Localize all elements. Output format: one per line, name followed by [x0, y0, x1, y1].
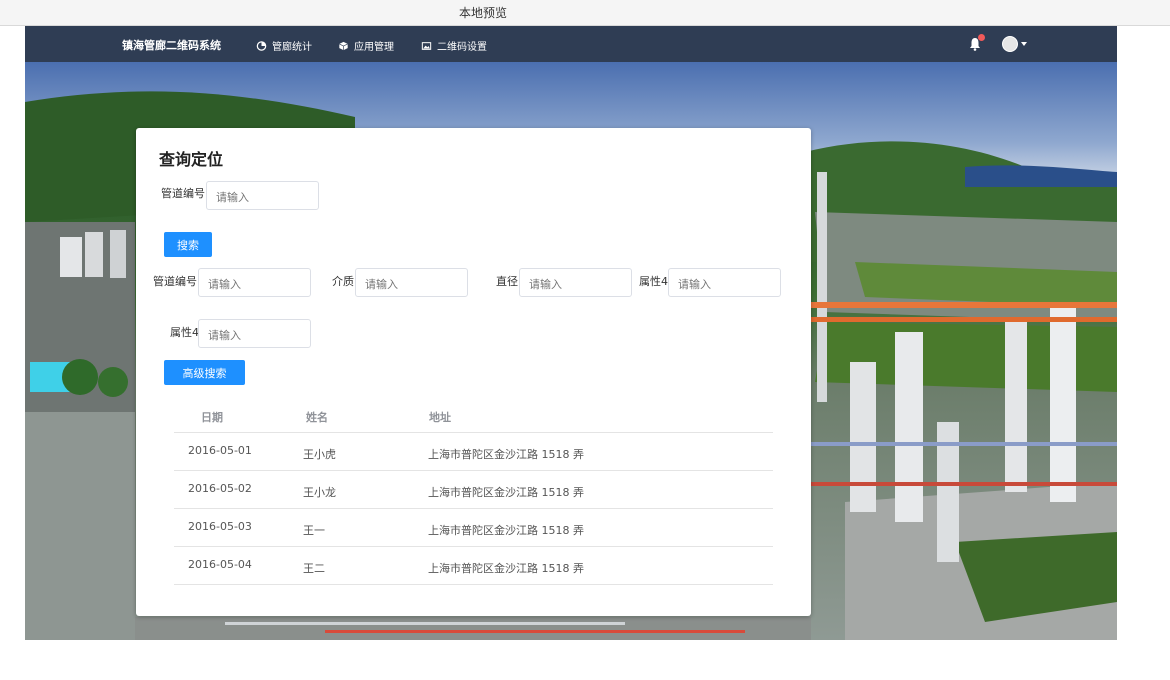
cell-date: 2016-05-01	[188, 444, 252, 457]
table-row[interactable]: 2016-05-04 王二 上海市普陀区金沙江路 1518 弄	[174, 547, 773, 585]
search-button[interactable]: 搜索	[164, 232, 212, 257]
cell-date: 2016-05-04	[188, 558, 252, 571]
diameter-input[interactable]	[519, 268, 632, 297]
cell-date: 2016-05-03	[188, 520, 252, 533]
basic-pipe-number-label: 管道编号	[161, 187, 205, 200]
panel-title: 查询定位	[159, 150, 224, 169]
basic-pipe-number-input[interactable]	[206, 181, 319, 210]
nav-item-label: 管廊统计	[272, 42, 312, 53]
cell-address: 上海市普陀区金沙江路 1518 弄	[428, 524, 584, 537]
nav-item-label: 二维码设置	[437, 42, 487, 53]
notification-badge	[978, 34, 985, 41]
column-header-address: 地址	[429, 411, 451, 424]
adv-pipe-number-label: 管道编号	[153, 275, 197, 288]
table-row[interactable]: 2016-05-01 王小虎 上海市普陀区金沙江路 1518 弄	[174, 433, 773, 471]
cell-date: 2016-05-02	[188, 482, 252, 495]
table-header: 日期 姓名 地址	[174, 398, 773, 433]
cell-address: 上海市普陀区金沙江路 1518 弄	[428, 486, 584, 499]
preview-bar: 本地预览	[0, 0, 1170, 26]
medium-label: 介质	[332, 275, 354, 288]
attribute4-label-2: 属性4	[170, 326, 199, 339]
cell-address: 上海市普陀区金沙江路 1518 弄	[428, 448, 584, 461]
attribute4-input[interactable]	[668, 268, 781, 297]
nav-item-label: 应用管理	[354, 42, 394, 53]
preview-title: 本地预览	[458, 6, 507, 20]
chevron-down-icon[interactable]	[1021, 42, 1027, 46]
cell-name: 王一	[303, 524, 325, 537]
image-icon	[421, 41, 432, 50]
top-navbar: 镇海管廊二维码系统 管廊统计 应用管理 二维码设置	[25, 26, 1117, 62]
pie-chart-icon	[256, 40, 267, 51]
diameter-label: 直径	[496, 275, 518, 288]
query-location-panel: 查询定位 管道编号 搜索 管道编号 介质 直径 属性4 属性4 高级搜索 日期 …	[136, 128, 811, 616]
table-row[interactable]: 2016-05-02 王小龙 上海市普陀区金沙江路 1518 弄	[174, 471, 773, 509]
brand-title[interactable]: 镇海管廊二维码系统	[122, 37, 221, 53]
cell-name: 王小龙	[303, 486, 336, 499]
advanced-search-button[interactable]: 高级搜索	[164, 360, 245, 385]
cell-name: 王二	[303, 562, 325, 575]
column-header-name: 姓名	[306, 411, 328, 424]
nav-item-statistics[interactable]: 管廊统计	[256, 38, 312, 53]
cube-icon	[339, 41, 348, 50]
app-window: 镇海管廊二维码系统 管廊统计 应用管理 二维码设置 查询定位 管道编号 请输入 …	[25, 26, 1117, 640]
table-row[interactable]: 2016-05-03 王一 上海市普陀区金沙江路 1518 弄	[174, 509, 773, 547]
nav-item-apps[interactable]: 应用管理	[338, 38, 394, 53]
column-header-date: 日期	[201, 411, 223, 424]
cell-address: 上海市普陀区金沙江路 1518 弄	[428, 562, 584, 575]
nav-item-qrcode-settings[interactable]: 二维码设置	[421, 38, 487, 53]
attribute4-label: 属性4	[639, 275, 668, 288]
medium-input[interactable]	[355, 268, 468, 297]
cell-name: 王小虎	[303, 448, 336, 461]
user-avatar-icon[interactable]	[1002, 36, 1018, 52]
adv-pipe-number-input[interactable]	[198, 268, 311, 297]
attribute4-input-2[interactable]	[198, 319, 311, 348]
